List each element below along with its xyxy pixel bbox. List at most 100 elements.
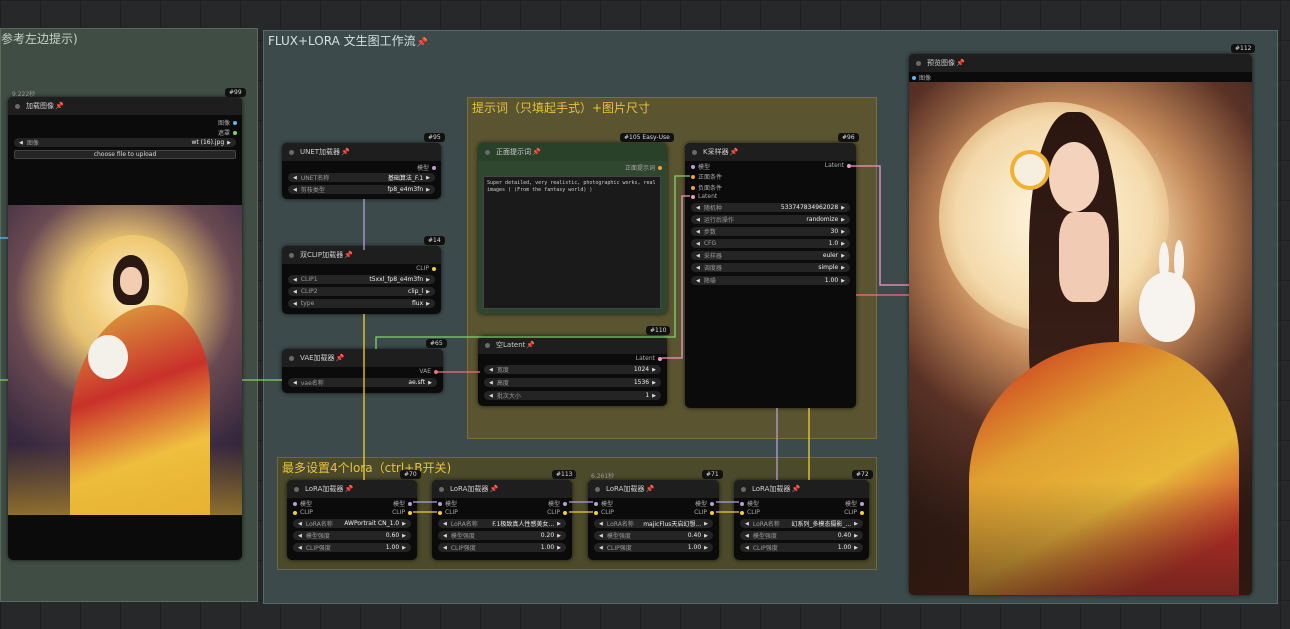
control-after-generate-select[interactable]: ◀ 运行后操作 randomize ▶ [691,215,850,224]
output-clip[interactable]: CLIP [547,509,567,516]
arrow-left-icon[interactable]: ◀ [599,545,603,551]
preview-image-node[interactable]: 预览图像 📌 图像 [909,54,1252,595]
arrow-left-icon[interactable]: ◀ [696,229,700,235]
clip1-select[interactable]: ◀ CLIP1 t5xxl_fp8_e4m3fn ▶ [288,275,435,284]
arrow-left-icon[interactable]: ◀ [696,278,700,284]
slot-icon[interactable] [438,510,442,515]
collapse-dot-icon[interactable] [289,149,294,155]
type-select[interactable]: ◀ type flux ▶ [288,299,435,308]
arrow-right-icon[interactable]: ▶ [426,277,430,283]
arrow-right-icon[interactable]: ▶ [557,521,561,527]
slot-icon[interactable] [912,75,916,80]
arrow-right-icon[interactable]: ▶ [426,175,430,181]
cfg-input[interactable]: ◀ CFG 1.0 ▶ [691,239,850,248]
input-model[interactable]: 模型 [740,499,759,508]
denoise-input[interactable]: ◀ 降噪 1.00 ▶ [691,276,850,285]
vae-name-select[interactable]: ◀ vae名称 ae.sft ▶ [288,378,437,387]
output-clip[interactable]: CLIP [392,509,412,516]
slot-icon[interactable] [860,501,864,506]
slot-icon[interactable] [658,165,662,170]
arrow-left-icon[interactable]: ◀ [745,521,749,527]
output-model[interactable]: 模型 [417,163,436,172]
lora-name-select[interactable]: ◀ LoRA名称 幻系列_多模态摄影_... ▶ [740,519,863,528]
arrow-right-icon[interactable]: ▶ [428,380,432,386]
input-clip[interactable]: CLIP [293,509,313,516]
output-model[interactable]: 模型 [845,499,864,508]
slot-icon[interactable] [710,501,714,506]
arrow-right-icon[interactable]: ▶ [854,545,858,551]
output-model[interactable]: 模型 [695,499,714,508]
arrow-right-icon[interactable]: ▶ [557,545,561,551]
arrow-right-icon[interactable]: ▶ [841,253,845,259]
slot-icon[interactable] [434,369,438,374]
arrow-right-icon[interactable]: ▶ [704,545,708,551]
arrow-right-icon[interactable]: ▶ [841,205,845,211]
lora-name-select[interactable]: ◀ LoRA名称 F.1极致真人性感美女... ▶ [438,519,566,528]
input-clip[interactable]: CLIP [594,509,614,516]
arrow-left-icon[interactable]: ◀ [293,277,297,283]
arrow-right-icon[interactable]: ▶ [652,367,656,373]
collapse-dot-icon[interactable] [289,355,294,361]
slot-icon[interactable] [408,510,412,515]
arrow-right-icon[interactable]: ▶ [426,301,430,307]
arrow-left-icon[interactable]: ◀ [599,533,603,539]
output-mask[interactable]: 遮罩 [218,128,237,137]
upload-button[interactable]: choose file to upload [14,150,236,159]
batch-size-input[interactable]: ◀ 批次大小 1 ▶ [484,391,661,400]
collapse-dot-icon[interactable] [916,60,921,66]
width-input[interactable]: ◀ 宽度 1024 ▶ [484,365,661,374]
arrow-right-icon[interactable]: ▶ [402,533,406,539]
arrow-left-icon[interactable]: ◀ [696,217,700,223]
arrow-right-icon[interactable]: ▶ [426,289,430,295]
arrow-right-icon[interactable]: ▶ [652,380,656,386]
arrow-left-icon[interactable]: ◀ [19,140,23,146]
arrow-right-icon[interactable]: ▶ [841,278,845,284]
weight-dtype-select[interactable]: ◀ 剪枝类型 fp8_e4m3fn ▶ [288,185,435,194]
arrow-left-icon[interactable]: ◀ [293,289,297,295]
arrow-left-icon[interactable]: ◀ [489,393,493,399]
arrow-left-icon[interactable]: ◀ [293,380,297,386]
output-latent[interactable]: Latent [636,355,662,362]
collapse-dot-icon[interactable] [741,486,746,492]
slot-icon[interactable] [691,194,695,199]
output-model[interactable]: 模型 [393,499,412,508]
collapse-dot-icon[interactable] [289,252,294,258]
slot-icon[interactable] [691,185,695,190]
unet-loader-node[interactable]: UNET加载器 📌 模型 ◀ UNET名称 基础算法_F.1 ▶ ◀ 剪枝类型 fp8_e4… [282,143,441,199]
input-model[interactable]: 模型 [293,499,312,508]
positive-prompt-node[interactable]: 正面提示词 📌 正面提示词 Super detailed, very realis… [478,143,667,314]
slot-icon[interactable] [847,163,851,168]
scheduler-select[interactable]: ◀ 调度器 simple ▶ [691,263,850,272]
slot-icon[interactable] [408,501,412,506]
slot-icon[interactable] [740,510,744,515]
output-clip[interactable]: CLIP [844,509,864,516]
seed-input[interactable]: ◀ 随机种 533747834962028 ▶ [691,203,850,212]
arrow-left-icon[interactable]: ◀ [696,253,700,259]
arrow-left-icon[interactable]: ◀ [745,545,749,551]
lora-loader-node[interactable]: LoRA加载器 📌 模型 模型 CLIP CLIP ◀ LoRA名称 majicFlu… [588,480,719,560]
input-latent[interactable]: Latent [691,193,717,200]
arrow-left-icon[interactable]: ◀ [298,545,302,551]
collapse-dot-icon[interactable] [692,149,697,155]
slot-icon[interactable] [594,501,598,506]
lora-loader-node[interactable]: LoRA加载器 📌 模型 模型 CLIP CLIP ◀ LoRA名称 AWPortra… [287,480,417,560]
input-clip[interactable]: CLIP [740,509,760,516]
lora-loader-node[interactable]: LoRA加载器 📌 模型 模型 CLIP CLIP ◀ LoRA名称 幻系列_多模态摄… [734,480,869,560]
clip-strength-input[interactable]: ◀ CLIP强度 1.00 ▶ [293,543,411,552]
arrow-left-icon[interactable]: ◀ [298,533,302,539]
arrow-right-icon[interactable]: ▶ [426,187,430,193]
clip-strength-input[interactable]: ◀ CLIP强度 1.00 ▶ [594,543,713,552]
arrow-right-icon[interactable]: ▶ [854,521,858,527]
slot-icon[interactable] [293,501,297,506]
arrow-right-icon[interactable]: ▶ [402,545,406,551]
arrow-right-icon[interactable]: ▶ [841,217,845,223]
arrow-left-icon[interactable]: ◀ [298,521,302,527]
arrow-left-icon[interactable]: ◀ [293,187,297,193]
output-model[interactable]: 模型 [548,499,567,508]
clip-strength-input[interactable]: ◀ CLIP强度 1.00 ▶ [438,543,566,552]
slot-icon[interactable] [710,510,714,515]
slot-icon[interactable] [691,164,695,169]
height-input[interactable]: ◀ 高度 1536 ▶ [484,378,661,387]
model-strength-input[interactable]: ◀ 模型强度 0.20 ▶ [438,531,566,540]
input-clip[interactable]: CLIP [438,509,458,516]
